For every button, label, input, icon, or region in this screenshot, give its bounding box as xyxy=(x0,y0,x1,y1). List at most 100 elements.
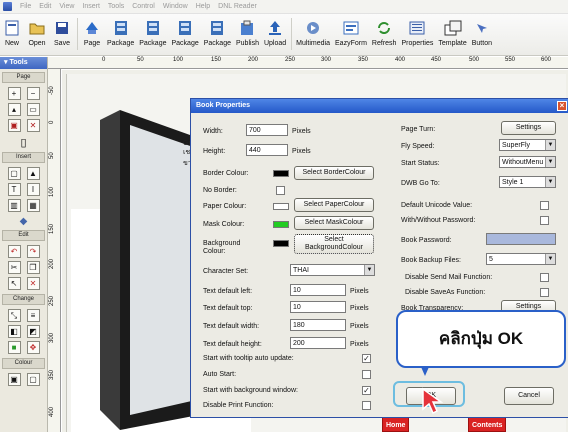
disable-print-checkbox[interactable] xyxy=(362,401,371,410)
section-change[interactable]: Change xyxy=(2,294,45,305)
publish-button[interactable]: Publish xyxy=(236,18,259,47)
text-width-input[interactable]: 180 xyxy=(290,319,346,331)
fill-icon[interactable]: ■ xyxy=(7,341,21,354)
text-top-unit: Pixels xyxy=(350,305,369,312)
package-button-2[interactable]: Package xyxy=(139,18,167,47)
select-background-colour-button[interactable]: Select BackgroundColour xyxy=(294,234,374,254)
cancel-button[interactable]: Cancel xyxy=(504,387,554,405)
delete-icon[interactable]: ✕ xyxy=(26,277,40,290)
eazyform-button[interactable]: EazyForm xyxy=(335,18,367,47)
menu-help[interactable]: Help xyxy=(196,3,210,10)
border-colour-label: Border Colour: xyxy=(203,170,249,177)
refresh-button[interactable]: Refresh xyxy=(372,18,396,47)
text-height-input[interactable]: 200 xyxy=(290,337,346,349)
page-image-icon[interactable]: ▣ xyxy=(7,119,21,132)
colour-line-icon[interactable]: ▢ xyxy=(26,373,40,386)
insert-text-icon[interactable]: T xyxy=(7,183,21,196)
package-button-1[interactable]: Package xyxy=(107,18,134,47)
move-icon[interactable]: ✥ xyxy=(26,341,40,354)
with-without-password-checkbox[interactable] xyxy=(540,216,549,225)
menu-window[interactable]: Window xyxy=(163,3,188,10)
wrap-icon[interactable]: ◩ xyxy=(26,325,40,338)
no-border-label: No Border: xyxy=(203,187,237,194)
section-insert[interactable]: Insert xyxy=(2,152,45,163)
insert-table-icon[interactable]: ▦ xyxy=(26,199,40,212)
background-colour-swatch xyxy=(273,240,289,247)
properties-button[interactable]: Properties xyxy=(401,18,433,47)
page-remove-icon[interactable]: − xyxy=(26,87,40,100)
open-button[interactable]: Open xyxy=(27,18,47,47)
ruler-left: -50 0 50 100 150 200 250 300 350 400 xyxy=(48,69,61,432)
front-icon[interactable]: ◧ xyxy=(7,325,21,338)
height-input[interactable]: 440 xyxy=(246,144,288,156)
tools-panel-header[interactable]: ▾ Tools xyxy=(0,57,47,69)
menu-edit[interactable]: Edit xyxy=(39,3,51,10)
menu-insert[interactable]: Insert xyxy=(82,3,100,10)
book-backup-select[interactable]: 5 ▼ xyxy=(486,253,556,265)
fly-speed-select[interactable]: SuperFly ▼ xyxy=(499,139,556,151)
text-left-input[interactable]: 10 xyxy=(290,284,346,296)
cut-icon[interactable]: ✂ xyxy=(7,261,21,274)
menu-file[interactable]: File xyxy=(20,3,31,10)
select-border-colour-button[interactable]: Select BorderColour xyxy=(294,166,374,180)
menu-view[interactable]: View xyxy=(59,3,74,10)
page-button[interactable]: Page xyxy=(82,18,102,47)
menu-control[interactable]: Control xyxy=(132,3,155,10)
tooltip-auto-update-checkbox[interactable]: ✓ xyxy=(362,354,371,363)
menu-tools[interactable]: Tools xyxy=(108,3,124,10)
auto-start-label: Auto Start: xyxy=(203,371,237,378)
section-colour[interactable]: Colour xyxy=(2,358,45,369)
insert-textfield-icon[interactable]: I xyxy=(26,183,40,196)
properties-icon xyxy=(407,18,427,38)
disable-send-mail-checkbox[interactable] xyxy=(540,273,549,282)
page-add-icon[interactable]: + xyxy=(7,87,21,100)
dwb-goto-select[interactable]: Style 1 ▼ xyxy=(499,176,556,188)
package-button-4[interactable]: Package xyxy=(204,18,231,47)
colour-fill-icon[interactable]: ▣ xyxy=(7,373,21,386)
new-button[interactable]: New xyxy=(2,18,22,47)
copy-icon[interactable]: ❐ xyxy=(26,261,40,274)
undo-icon[interactable]: ↶ xyxy=(7,245,21,258)
button-button[interactable]: Button xyxy=(472,18,492,47)
save-button[interactable]: Save xyxy=(52,18,72,47)
page-up-icon[interactable]: ▴ xyxy=(7,103,21,116)
menubar: File Edit View Insert Tools Control Wind… xyxy=(0,0,568,14)
start-status-select[interactable]: WithoutMenu ▼ xyxy=(499,156,556,168)
disable-saveas-checkbox[interactable] xyxy=(540,288,549,297)
align-icon[interactable]: ≡ xyxy=(26,309,40,322)
insert-textbox-icon[interactable]: ▢ xyxy=(7,167,21,180)
no-border-checkbox[interactable] xyxy=(276,186,285,195)
insert-image-icon[interactable]: ▲ xyxy=(26,167,40,180)
pointer-icon[interactable]: ↖ xyxy=(7,277,21,290)
page-preview-icon[interactable]: ▯ xyxy=(0,136,47,149)
chevron-down-icon: ▼ xyxy=(364,265,374,275)
default-unicode-checkbox[interactable] xyxy=(540,201,549,210)
upload-button[interactable]: Upload xyxy=(264,18,286,47)
insert-chart-icon[interactable]: ▥ xyxy=(7,199,21,212)
width-input[interactable]: 700 xyxy=(246,124,288,136)
page-turn-settings-button[interactable]: Settings xyxy=(501,121,556,135)
book-password-input[interactable] xyxy=(486,233,556,245)
redo-icon[interactable]: ↷ xyxy=(26,245,40,258)
contents-page-button[interactable]: Contents xyxy=(468,417,507,432)
section-edit[interactable]: Edit xyxy=(2,230,45,241)
section-page[interactable]: Page xyxy=(2,72,45,83)
package-button-3[interactable]: Package xyxy=(172,18,199,47)
multimedia-button[interactable]: Multimedia xyxy=(296,18,330,47)
insert-shape-icon[interactable]: ◆ xyxy=(0,216,47,227)
character-set-select[interactable]: THAI ▼ xyxy=(290,264,375,276)
page-copy-icon[interactable]: ▭ xyxy=(26,103,40,116)
menu-dnl-reader[interactable]: DNL Reader xyxy=(218,3,257,10)
template-button[interactable]: Template xyxy=(438,18,467,47)
select-mask-colour-button[interactable]: Select MaskColour xyxy=(294,216,374,230)
text-height-label: Text default height: xyxy=(203,341,262,348)
page-delete-icon[interactable]: ✕ xyxy=(26,119,40,132)
text-top-input[interactable]: 10 xyxy=(290,301,346,313)
resize-icon[interactable]: ⤡ xyxy=(7,309,21,322)
bg-window-checkbox[interactable]: ✓ xyxy=(362,386,371,395)
select-paper-colour-button[interactable]: Select PaperColour xyxy=(294,198,374,212)
auto-start-checkbox[interactable] xyxy=(362,370,371,379)
home-page-button[interactable]: Home xyxy=(382,417,410,432)
paper-colour-swatch xyxy=(273,203,289,210)
close-icon[interactable]: × xyxy=(557,101,567,111)
